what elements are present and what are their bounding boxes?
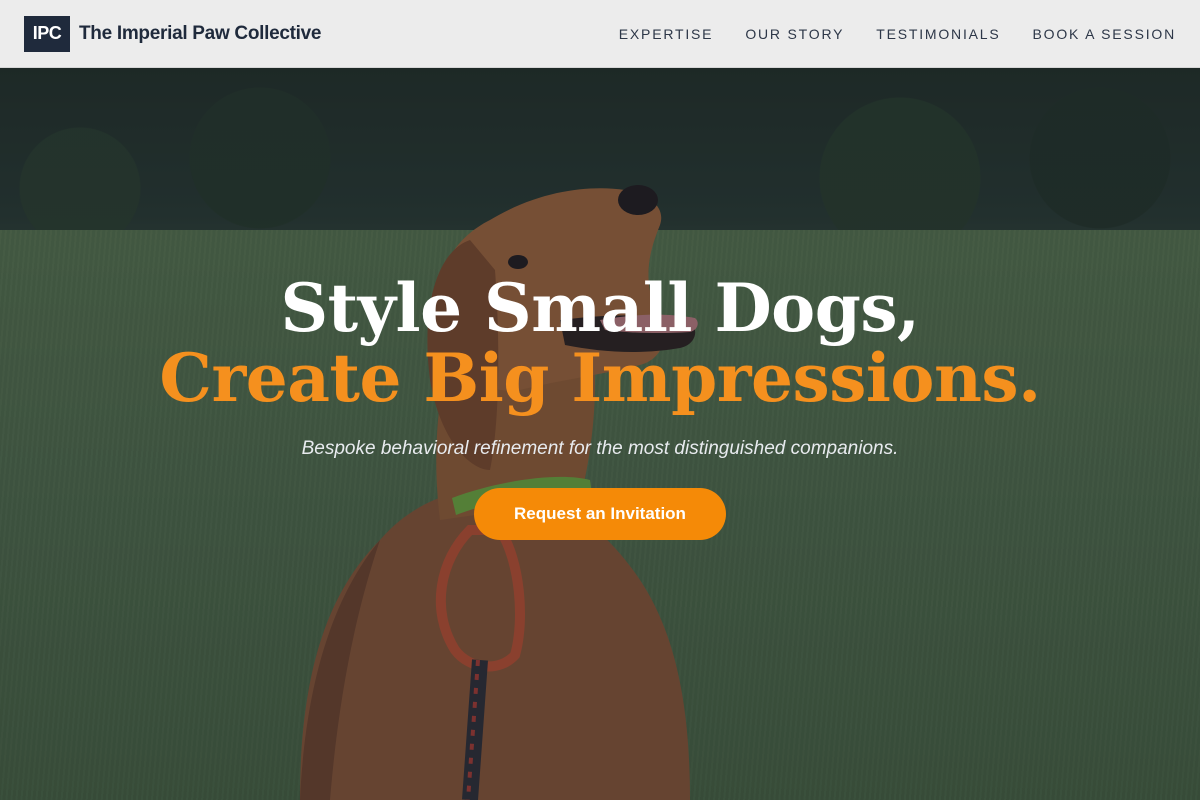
nav-book-a-session[interactable]: BOOK A SESSION — [1033, 26, 1176, 42]
hero-content: Style Small Dogs, Create Big Impressions… — [0, 270, 1200, 540]
hero-tagline: Bespoke behavioral refinement for the mo… — [301, 438, 899, 459]
brand[interactable]: IPC The Imperial Paw Collective — [24, 15, 321, 52]
main-nav: EXPERTISE OUR STORY TESTIMONIALS BOOK A … — [619, 26, 1176, 42]
headline-line-2: Create Big Impressions. — [159, 339, 1041, 417]
brand-name[interactable]: The Imperial Paw Collective — [79, 23, 321, 45]
request-invitation-button[interactable]: Request an Invitation — [474, 488, 726, 540]
nav-expertise[interactable]: EXPERTISE — [619, 26, 714, 42]
hero-headline: Style Small Dogs, Create Big Impressions… — [0, 270, 1200, 416]
site-header: IPC The Imperial Paw Collective EXPERTIS… — [0, 0, 1200, 68]
headline-line-1: Style Small Dogs, — [280, 269, 920, 347]
nav-testimonials[interactable]: TESTIMONIALS — [876, 26, 1000, 42]
nav-our-story[interactable]: OUR STORY — [745, 26, 844, 42]
logo[interactable]: IPC — [24, 15, 70, 52]
